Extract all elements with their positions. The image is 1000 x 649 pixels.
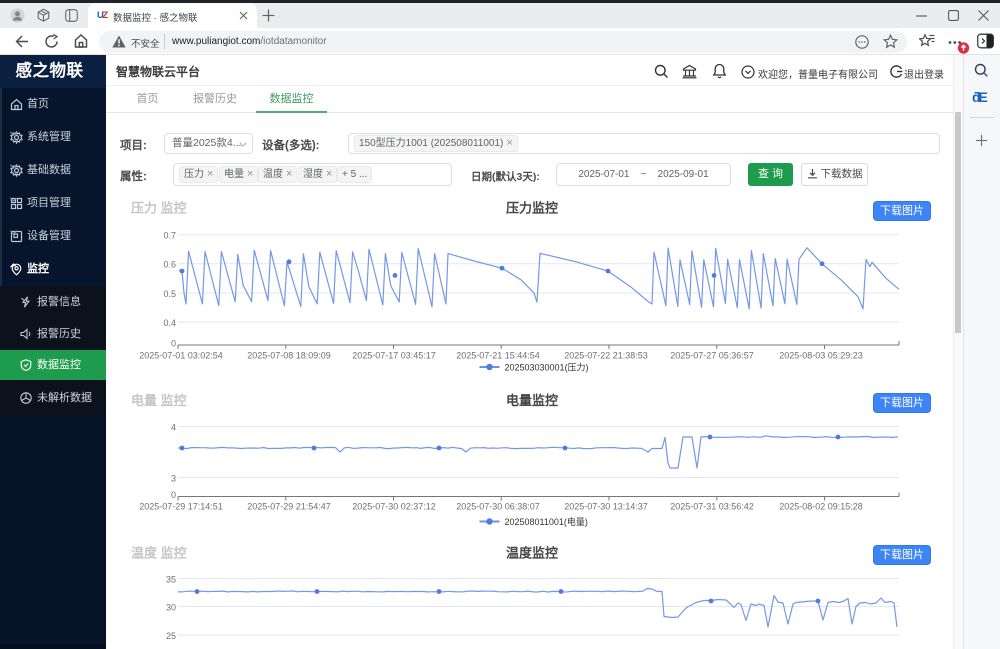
svg-text:0.5: 0.5 <box>163 289 176 299</box>
svg-text:4: 4 <box>171 423 176 433</box>
svg-text:2025-07-27 05:36:57: 2025-07-27 05:36:57 <box>670 351 754 361</box>
svg-text:0.6: 0.6 <box>163 260 176 270</box>
svg-text:电量监控: 电量监控 <box>506 393 558 408</box>
svg-text:电量 监控: 电量 监控 <box>131 393 187 408</box>
svg-text:2025-07-30 13:14:37: 2025-07-30 13:14:37 <box>564 502 648 512</box>
svg-text:温度 监控: 温度 监控 <box>131 546 187 561</box>
svg-text:2025-08-03 05:29:23: 2025-08-03 05:29:23 <box>779 351 863 361</box>
svg-text:2025-08-02 09:15:28: 2025-08-02 09:15:28 <box>779 502 863 512</box>
svg-text:2025-07-31 03:56:42: 2025-07-31 03:56:42 <box>670 502 754 512</box>
svg-text:0: 0 <box>171 490 176 500</box>
svg-text:202508011001(电量): 202508011001(电量) <box>505 516 588 527</box>
svg-text:2025-07-30 02:37:12: 2025-07-30 02:37:12 <box>352 502 436 512</box>
svg-text:0.4: 0.4 <box>163 318 176 328</box>
svg-text:202503030001(压力): 202503030001(压力) <box>505 362 589 373</box>
svg-text:2025-07-30 06:38:07: 2025-07-30 06:38:07 <box>456 502 540 512</box>
svg-text:0: 0 <box>171 339 176 349</box>
svg-text:压力 监控: 压力 监控 <box>131 201 187 216</box>
svg-text:2025-07-29 17:14:51: 2025-07-29 17:14:51 <box>139 502 223 512</box>
svg-text:2025-07-21 15:44:54: 2025-07-21 15:44:54 <box>456 351 540 361</box>
svg-text:2025-07-01 03:02:54: 2025-07-01 03:02:54 <box>139 351 223 361</box>
svg-text:温度监控: 温度监控 <box>506 546 558 561</box>
svg-text:35: 35 <box>166 575 176 585</box>
svg-text:2025-07-29 21:54:47: 2025-07-29 21:54:47 <box>247 502 331 512</box>
svg-text:2025-07-17 03:45:17: 2025-07-17 03:45:17 <box>352 351 436 361</box>
svg-text:2025-07-08 18:09:09: 2025-07-08 18:09:09 <box>247 351 331 361</box>
svg-text:25: 25 <box>166 631 176 641</box>
svg-text:压力监控: 压力监控 <box>506 201 558 216</box>
svg-text:2025-07-22 21:38:53: 2025-07-22 21:38:53 <box>564 351 648 361</box>
svg-text:3: 3 <box>171 474 176 484</box>
svg-text:30: 30 <box>166 603 176 613</box>
svg-text:0.7: 0.7 <box>163 231 176 241</box>
